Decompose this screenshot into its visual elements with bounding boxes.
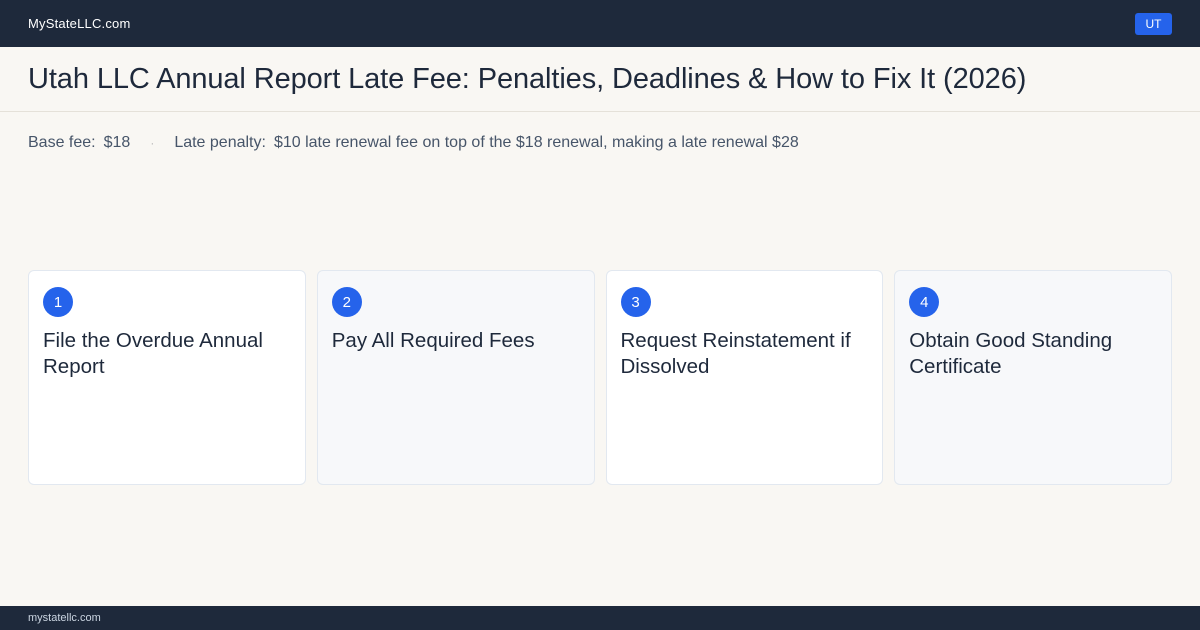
footer-bar: mystatellc.com [0,606,1200,630]
brand-link[interactable]: MyStateLLC.com [28,16,131,31]
late-penalty-value: $10 late renewal fee on top of the $18 r… [273,134,799,151]
step-title: File the Overdue Annual Report [43,329,263,378]
step-number-badge: 3 [620,287,651,317]
step-card: 2 Pay All Required Fees [316,270,595,485]
steps-list: 1 File the Overdue Annual Report 2 Pay A… [28,270,1172,485]
page-title: Utah LLC Annual Report Late Fee: Penalti… [28,62,1027,95]
base-fee-label: Base fee: [28,134,96,151]
state-badge[interactable]: UT [1135,12,1172,35]
fee-separator: · [150,136,155,150]
step-title: Pay All Required Fees [331,329,535,352]
late-penalty-label: Late penalty: [174,134,266,151]
fee-summary: Base fee: $18 · Late penalty: $10 late r… [28,132,799,154]
title-section: Utah LLC Annual Report Late Fee: Penalti… [0,47,1200,112]
step-card: 1 File the Overdue Annual Report [28,270,306,485]
step-number-badge: 1 [43,287,73,317]
step-title: Obtain Good Standing Certificate [909,329,1113,378]
footer-domain: mystatellc.com [28,612,101,624]
base-fee-value: $18 [103,134,131,151]
step-number-badge: 2 [331,287,362,317]
step-number-badge: 4 [909,287,940,317]
step-card: 3 Request Reinstatement if Dissolved [605,270,884,485]
step-card: 4 Obtain Good Standing Certificate [894,270,1172,485]
top-bar: MyStateLLC.com UT [0,0,1200,47]
step-title: Request Reinstatement if Dissolved [620,329,851,378]
